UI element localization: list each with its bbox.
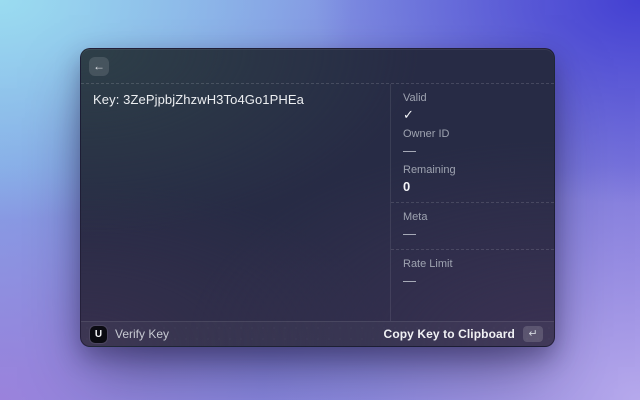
window-header: ← xyxy=(81,49,554,84)
key-detail-content: Key: 3ZePjpbjZhzwH3To4Go1PHEa xyxy=(81,84,390,321)
copy-key-button[interactable]: Copy Key to Clipboard ↵ xyxy=(382,324,545,344)
unkey-extension-icon: U xyxy=(90,325,107,343)
field-value: — xyxy=(403,143,416,158)
field-value: 0 xyxy=(403,179,411,194)
command-info: U Verify Key xyxy=(90,325,170,343)
metadata-section-rate-limit: Rate Limit — xyxy=(391,250,554,321)
back-button[interactable]: ← xyxy=(89,56,109,76)
metadata-section-meta: Meta — xyxy=(391,203,554,250)
field-owner-id: Owner ID — xyxy=(403,128,542,158)
enter-key-icon: ↵ xyxy=(523,326,543,342)
action-bar: U Verify Key Copy Key to Clipboard ↵ xyxy=(81,321,554,346)
key-display: Key: 3ZePjpbjZhzwH3To4Go1PHEa xyxy=(93,92,305,107)
field-value: — xyxy=(403,273,416,288)
field-label: Meta xyxy=(403,211,428,223)
metadata-panel: Valid ✓ Owner ID — Remaining 0 Meta — Ra… xyxy=(390,84,554,321)
field-label: Valid xyxy=(403,92,427,104)
arrow-left-icon: ← xyxy=(93,59,105,73)
metadata-section-status: Valid ✓ Owner ID — Remaining 0 xyxy=(391,84,554,203)
field-remaining: Remaining 0 xyxy=(403,164,542,194)
field-value: — xyxy=(403,226,416,241)
field-label: Owner ID xyxy=(403,128,450,140)
checkmark-icon: ✓ xyxy=(403,107,414,122)
copy-key-label: Copy Key to Clipboard xyxy=(383,327,515,341)
field-label: Rate Limit xyxy=(403,258,453,270)
desktop-background: ← Key: 3ZePjpbjZhzwH3To4Go1PHEa Valid ✓ … xyxy=(0,0,640,400)
field-valid: Valid ✓ xyxy=(403,92,542,122)
field-meta: Meta — xyxy=(403,211,542,241)
field-rate-limit: Rate Limit — xyxy=(403,258,542,288)
verify-key-window: ← Key: 3ZePjpbjZhzwH3To4Go1PHEa Valid ✓ … xyxy=(80,48,555,347)
command-name: Verify Key xyxy=(115,327,170,341)
field-label: Remaining xyxy=(403,164,456,176)
window-body: Key: 3ZePjpbjZhzwH3To4Go1PHEa Valid ✓ Ow… xyxy=(81,84,554,321)
